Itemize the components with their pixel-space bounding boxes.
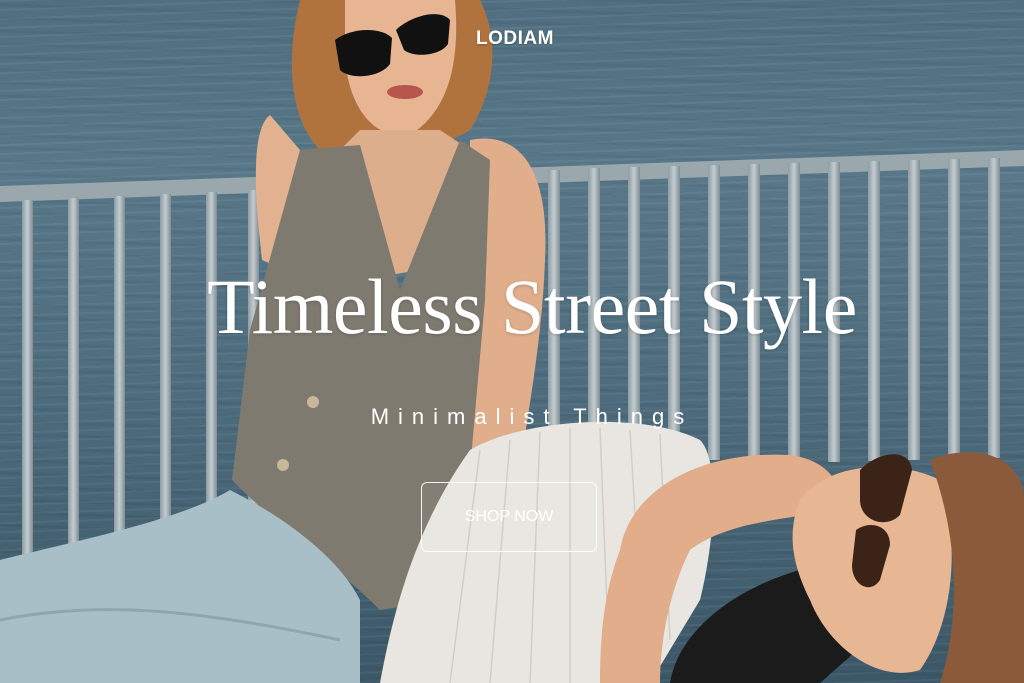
shop-now-button[interactable]: SHOP NOW [421,482,597,552]
hero-headline: Timeless Street Style [207,263,857,350]
model-right-image [600,452,1024,683]
brand-logo[interactable]: LODIAM [476,28,554,50]
hero-subheadline: Minimalist Things [370,404,694,429]
hero-banner: LODIAM Timeless Street Style Minimalist … [0,0,1024,683]
